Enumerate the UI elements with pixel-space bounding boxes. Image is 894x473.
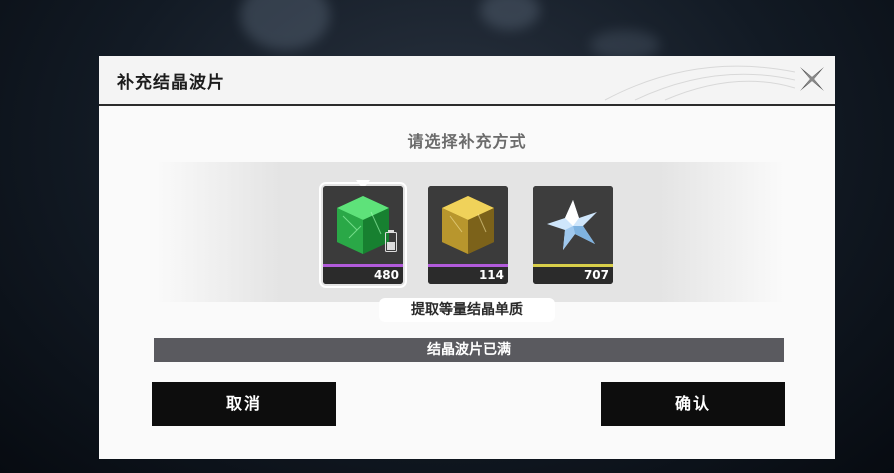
green-crystal-cube-icon	[323, 186, 403, 264]
status-bar: 结晶波片已满	[154, 338, 784, 362]
battery-icon	[385, 230, 397, 252]
replenish-dialog: 补充结晶波片 请选择补充方式 480 114 707 提取等量结晶单质 结晶波片…	[99, 56, 835, 459]
item-count-area: 707	[533, 267, 613, 284]
confirm-button[interactable]: 确认	[601, 382, 785, 426]
item-count: 707	[583, 268, 609, 282]
item-blue-crystal-star[interactable]: 707	[533, 186, 613, 284]
prompt-text: 请选择补充方式	[407, 132, 527, 151]
cancel-button[interactable]: 取消	[152, 382, 336, 426]
close-x-icon	[800, 67, 824, 91]
close-button[interactable]	[797, 64, 827, 94]
background-figure	[590, 30, 660, 60]
gold-crystal-cube-icon	[428, 186, 508, 264]
dialog-header: 补充结晶波片	[99, 56, 835, 104]
blue-crystal-star-icon	[533, 186, 613, 264]
header-decoration	[604, 65, 795, 101]
item-gold-crystal[interactable]: 114	[428, 186, 508, 284]
item-count-area: 480	[323, 267, 403, 284]
background-figure	[480, 0, 540, 30]
background-figure	[240, 0, 330, 50]
item-count-area: 114	[428, 267, 508, 284]
selected-item-description: 提取等量结晶单质	[379, 298, 555, 322]
item-count: 114	[478, 268, 504, 282]
corner-decoration	[819, 441, 835, 459]
item-count: 480	[373, 268, 399, 282]
item-green-crystal[interactable]: 480	[319, 182, 407, 288]
dialog-title: 补充结晶波片	[117, 73, 225, 93]
